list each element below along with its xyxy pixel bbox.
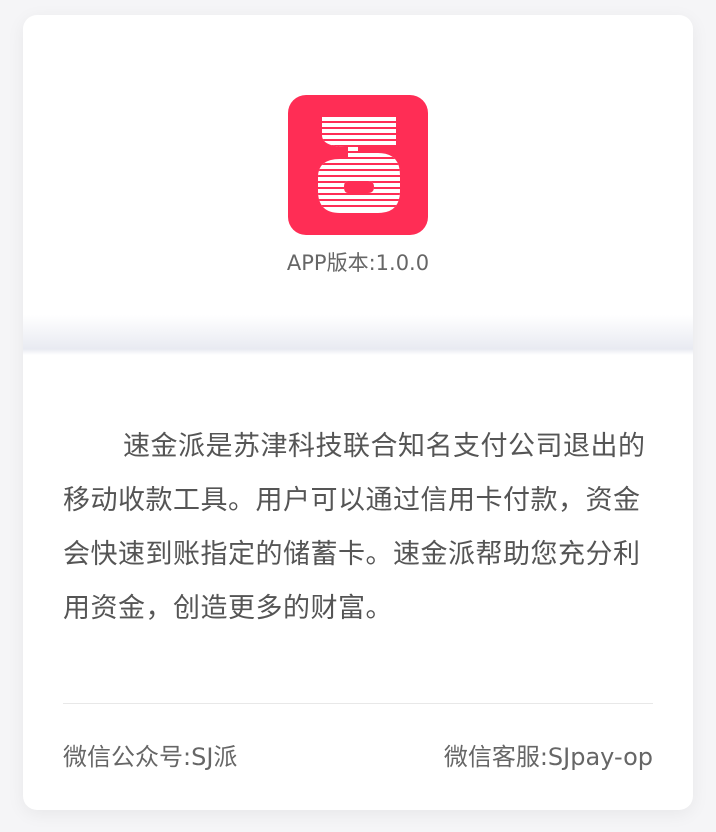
app-logo-icon [288, 95, 428, 235]
section-divider-shadow [23, 315, 693, 355]
wechat-official-account: 微信公众号:SJ派 [63, 743, 238, 771]
app-description: 速金派是苏津科技联合知名支付公司退出的移动收款工具。用户可以通过信用卡付款，资金… [63, 431, 646, 624]
app-version: APP版本:1.0.0 [286, 251, 430, 275]
wechat-customer-service: 微信客服:SJpay-op [443, 743, 653, 771]
footer-divider [63, 703, 653, 704]
about-card: APP版本:1.0.0 速金派是苏津科技联合知名支付公司退出的移动收款工具。用户… [23, 15, 693, 810]
